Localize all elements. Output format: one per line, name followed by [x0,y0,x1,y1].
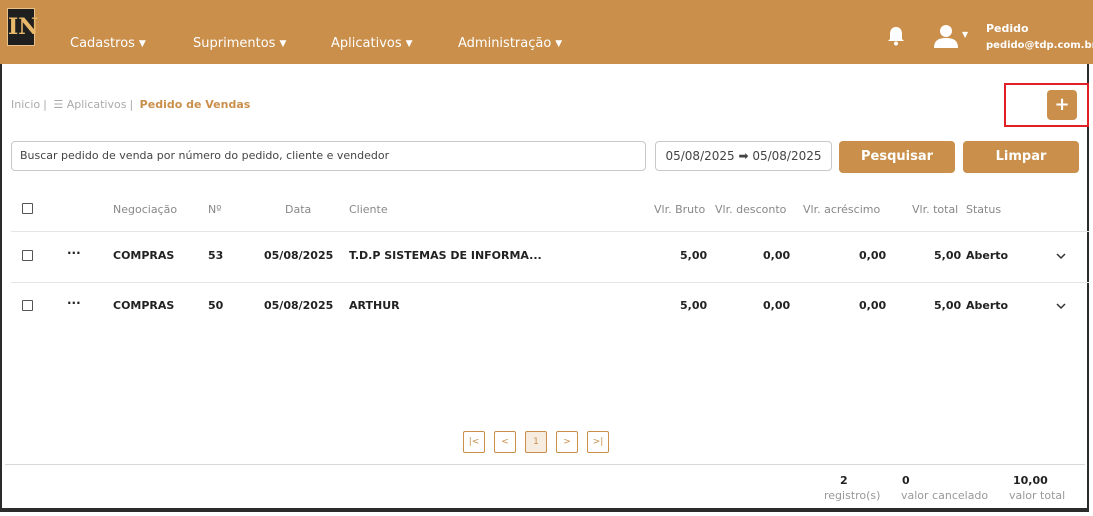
summary-registros-value: 2 [840,474,848,487]
nav-administracao[interactable]: Administração ▼ [458,36,562,53]
cell-status: Aberto [966,249,1009,262]
caret-down-icon: ▼ [555,39,563,49]
next-page-button[interactable]: > [556,431,578,453]
summary-registros-label: registro(s) [824,489,881,502]
search-input[interactable]: Buscar pedido de venda por número do ped… [11,141,646,171]
table-row[interactable]: ··· COMPRAS 53 05/08/2025 T.D.P SISTEMAS… [11,231,1089,278]
nav-cadastros-label: Cadastros [70,36,135,51]
breadcrumb-apps[interactable]: Aplicativos [67,98,127,111]
nav-aplicativos-label: Aplicativos [331,36,402,51]
cell-data: 05/08/2025 [264,249,334,262]
user-icon[interactable] [933,24,959,48]
search-button[interactable]: Pesquisar [839,141,955,173]
cell-vlr-bruto: 5,00 [680,299,708,312]
page-1-button[interactable]: 1 [525,431,547,453]
breadcrumb-home[interactable]: Inicio [11,98,40,111]
cell-vlr-total: 5,00 [934,299,962,312]
cell-data: 05/08/2025 [264,299,334,312]
caret-down-icon: ▼ [405,39,413,49]
table-row[interactable]: ··· COMPRAS 50 05/08/2025 ARTHUR 5,00 0,… [11,282,1089,329]
cell-negociacao: COMPRAS [113,249,175,262]
header-vlr-bruto[interactable]: Vlr. Bruto [654,203,705,216]
header-vlr-total[interactable]: Vlr. total [912,203,958,216]
header-negociacao[interactable]: Negociação [113,203,177,216]
clear-button[interactable]: Limpar [963,141,1079,173]
more-options-icon[interactable]: ··· [67,296,81,310]
nav-suprimentos-label: Suprimentos [193,36,276,51]
footer-divider [5,464,1085,465]
chevron-down-icon[interactable] [1056,301,1066,311]
app-logo[interactable]: IN [7,8,38,46]
cell-vlr-desconto: 0,00 [763,249,791,262]
summary-cancelado-value: 0 [902,474,910,487]
nav-suprimentos[interactable]: Suprimentos ▼ [193,36,286,53]
last-page-button[interactable]: >| [587,431,609,453]
summary-cancelado-label: valor cancelado [901,489,989,502]
cell-vlr-desconto: 0,00 [763,299,791,312]
prev-page-button[interactable]: < [494,431,516,453]
breadcrumb-separator: | [129,98,134,111]
breadcrumb-separator: | [43,98,47,111]
pagination: |< < 1 > >| [463,431,609,453]
date-range-input[interactable]: 05/08/2025 ➡ 05/08/2025 [655,141,832,171]
summary-total-value: 10,00 [1013,474,1048,487]
breadcrumb: Inicio | ☰ Aplicativos | Pedido de Vendas [11,98,250,111]
breadcrumb-current: Pedido de Vendas [139,98,251,111]
nav-administracao-label: Administração [458,36,552,51]
bell-icon[interactable] [887,26,905,46]
header-vlr-acrescimo[interactable]: Vlr. acréscimo [803,203,880,216]
first-page-button[interactable]: |< [463,431,485,453]
header-data[interactable]: Data [285,203,311,216]
nav-cadastros[interactable]: Cadastros ▼ [70,36,146,53]
header-status[interactable]: Status [966,203,1001,216]
caret-down-icon: ▼ [279,39,287,49]
chevron-down-icon[interactable] [1056,251,1066,261]
cell-cliente: T.D.P SISTEMAS DE INFORMA... [349,249,542,262]
cell-numero: 50 [208,299,224,312]
cell-negociacao: COMPRAS [113,299,175,312]
cell-cliente: ARTHUR [349,299,400,312]
cell-status: Aberto [966,299,1009,312]
cell-vlr-total: 5,00 [934,249,962,262]
menu-icon: ☰ [53,98,64,111]
header-vlr-desconto[interactable]: Vlr. desconto [715,203,786,216]
cell-numero: 53 [208,249,224,262]
cell-vlr-bruto: 5,00 [680,249,708,262]
user-email: pedido@tdp.com.br [986,40,1093,51]
cell-vlr-acrescimo: 0,00 [859,249,887,262]
user-menu-caret-icon[interactable]: ▼ [962,30,968,39]
row-checkbox[interactable] [22,300,33,311]
cell-vlr-acrescimo: 0,00 [859,299,887,312]
more-options-icon[interactable]: ··· [67,246,81,260]
top-navbar: IN Cadastros ▼ Suprimentos ▼ Aplicativos ▼ … [0,0,1093,64]
user-name: Pedido [986,22,1029,35]
highlight-box [1004,83,1089,127]
select-all-checkbox[interactable] [22,203,33,214]
nav-aplicativos[interactable]: Aplicativos ▼ [331,36,413,53]
header-numero[interactable]: Nº [208,203,221,216]
summary-total-label: valor total [1009,489,1066,502]
header-cliente[interactable]: Cliente [349,203,388,216]
row-checkbox[interactable] [22,250,33,261]
caret-down-icon: ▼ [138,39,146,49]
